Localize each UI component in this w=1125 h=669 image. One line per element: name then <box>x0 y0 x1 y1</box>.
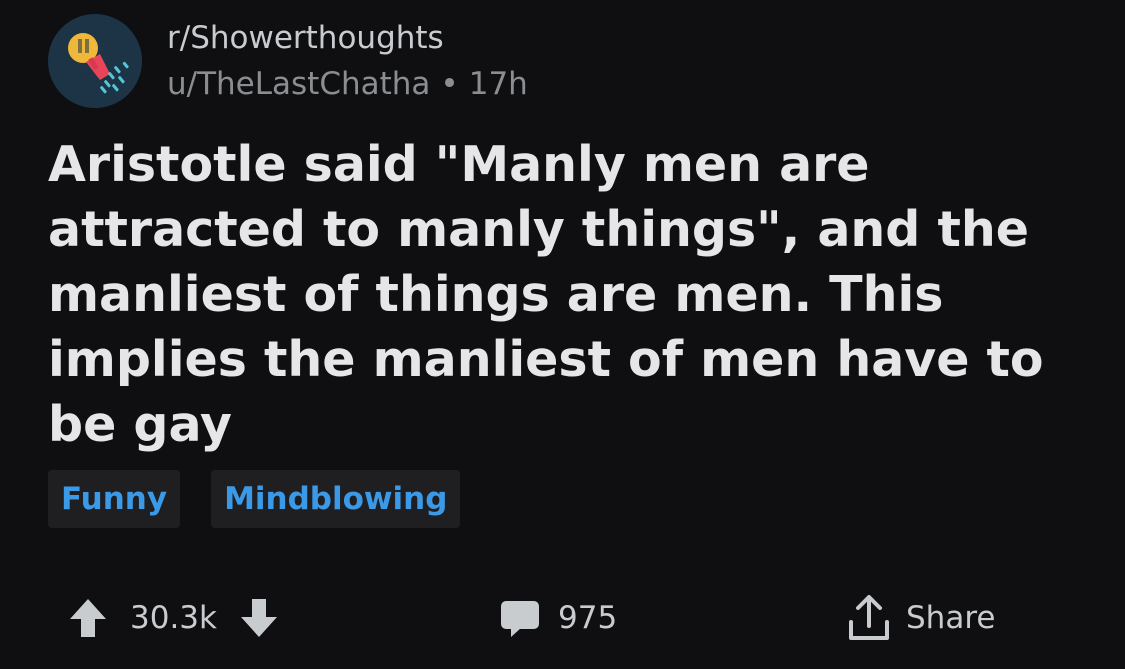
arrow-up-icon[interactable] <box>68 597 108 639</box>
share-button[interactable]: Share <box>846 590 995 646</box>
flair-funny[interactable]: Funny <box>48 470 181 528</box>
post-title[interactable]: Aristotle said "Manly men are attracted … <box>48 132 1088 457</box>
author-line: u/TheLastChatha • 17h <box>167 64 528 104</box>
comment-count: 975 <box>558 600 618 636</box>
comment-bubble-icon <box>499 597 541 639</box>
lightbulb-shower-icon <box>48 14 142 108</box>
share-icon <box>846 594 892 642</box>
subreddit-avatar[interactable] <box>48 14 142 108</box>
post-card: r/Showerthoughts u/TheLastChatha • 17h Ari… <box>0 0 1125 669</box>
post-header: r/Showerthoughts u/TheLastChatha • 17h <box>48 14 528 108</box>
meta-separator: • <box>440 66 459 102</box>
post-age: 17h <box>468 66 528 102</box>
vote-score: 30.3k <box>130 600 217 636</box>
vote-group: 30.3k <box>68 590 279 646</box>
flair-mindblowing[interactable]: Mindblowing <box>211 470 461 528</box>
flair-list: Funny Mindblowing <box>48 470 491 528</box>
post-meta: r/Showerthoughts u/TheLastChatha • 17h <box>167 18 528 104</box>
author-name[interactable]: u/TheLastChatha <box>167 66 430 102</box>
action-bar: 30.3k 975 Share <box>0 590 1125 646</box>
arrow-down-icon[interactable] <box>239 597 279 639</box>
share-label: Share <box>906 600 996 636</box>
subreddit-name[interactable]: r/Showerthoughts <box>167 18 528 58</box>
comments-button[interactable]: 975 <box>499 590 617 646</box>
